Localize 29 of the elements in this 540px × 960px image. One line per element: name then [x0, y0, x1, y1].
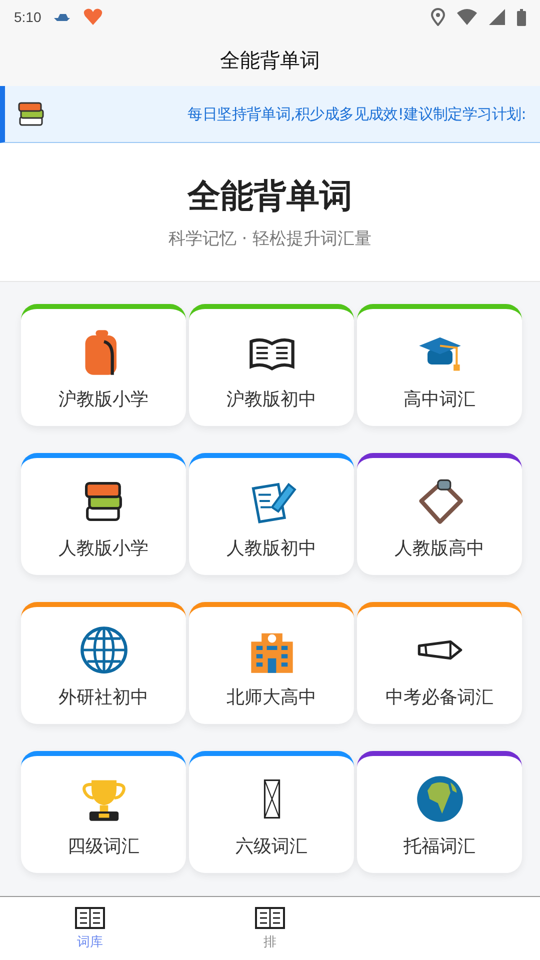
notice-text: 每日坚持背单词,积少成多见成效!建议制定学习计划: — [186, 104, 526, 124]
books-icon — [17, 101, 45, 127]
category-card[interactable]: 高中词汇 — [357, 304, 522, 426]
category-card[interactable]: 六级词汇 — [189, 751, 354, 873]
tab-icon — [255, 906, 285, 930]
hero-title: 全能背单词 — [188, 175, 352, 217]
status-time: 5:10 — [14, 9, 42, 25]
category-card[interactable]: 四级词汇 — [21, 751, 186, 873]
category-card[interactable]: 外研社初中 — [21, 602, 186, 724]
category-card[interactable]: 中考必备词汇 — [357, 602, 522, 724]
app-title: 全能背单词 — [220, 46, 320, 74]
dictionary-icon — [75, 906, 105, 930]
category-card[interactable]: 托福词汇 — [357, 751, 522, 873]
hero-subtitle: 科学记忆 · 轻松提升词汇量 — [168, 228, 372, 250]
globe-icon — [414, 774, 464, 824]
heart-icon — [83, 8, 104, 26]
globe-icon — [78, 625, 128, 675]
category-card[interactable]: 沪教版初中 — [189, 304, 354, 426]
category-card[interactable]: 北师大高中 — [189, 602, 354, 724]
battery-icon — [517, 8, 526, 26]
location-icon — [431, 8, 445, 26]
category-card[interactable]: 人教版高中 — [357, 453, 522, 575]
nav-tab[interactable]: 排 — [180, 897, 360, 960]
signal-icon — [489, 9, 505, 25]
boat-icon — [53, 12, 72, 22]
category-card[interactable]: 人教版小学 — [21, 453, 186, 575]
wifi-icon — [457, 9, 477, 25]
category-card[interactable]: 沪教版小学 — [21, 304, 186, 426]
category-card[interactable]: 人教版初中 — [189, 453, 354, 575]
